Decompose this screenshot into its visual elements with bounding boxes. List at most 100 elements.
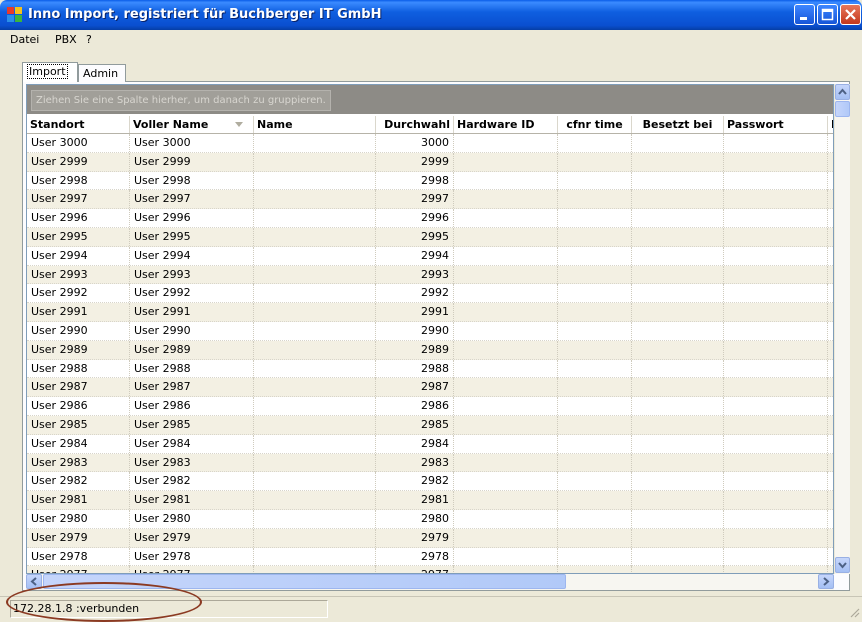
cell-besetzt-bei[interactable] — [632, 434, 724, 453]
cell-passwort[interactable] — [724, 322, 828, 340]
scroll-up-button[interactable] — [835, 84, 850, 100]
cell-durchwahl[interactable]: 2999 — [376, 152, 454, 171]
table-row[interactable]: User 2986 User 2986 2986 — [27, 397, 833, 416]
cell-besetzt-bei[interactable] — [632, 190, 724, 209]
cell-standort[interactable]: User 2978 — [27, 547, 130, 566]
cell-standort[interactable]: User 2992 — [27, 284, 130, 303]
cell-passwort[interactable] — [724, 528, 828, 547]
cell-standort[interactable]: User 2980 — [27, 510, 130, 528]
cell-cfnr-time[interactable] — [558, 472, 632, 491]
cell-passwort[interactable] — [724, 134, 828, 152]
cell-passwort[interactable] — [724, 510, 828, 528]
minimize-button[interactable] — [794, 4, 815, 25]
cell-durchwahl[interactable]: 2981 — [376, 491, 454, 510]
table-row[interactable]: User 2999 User 2999 2999 — [27, 152, 833, 172]
table-row[interactable]: User 2981 User 2981 2981 — [27, 491, 833, 510]
cell-passwort[interactable] — [724, 547, 828, 566]
cell-name[interactable] — [254, 566, 376, 573]
cell-standort[interactable]: User 2982 — [27, 472, 130, 491]
cell-name[interactable] — [254, 397, 376, 416]
cell-voller-name[interactable]: User 2998 — [130, 171, 254, 190]
cell-name[interactable] — [254, 359, 376, 378]
cell-passwort[interactable] — [724, 472, 828, 491]
cell-voller-name[interactable]: User 2999 — [130, 152, 254, 171]
cell-standort[interactable]: User 2999 — [27, 152, 130, 171]
cell-voller-name[interactable]: User 2991 — [130, 303, 254, 322]
cell-besetzt-bei[interactable] — [632, 547, 724, 566]
column-header-standort[interactable]: Standort — [27, 116, 130, 133]
cell-cfnr-time[interactable] — [558, 416, 632, 434]
cell-besetzt-bei[interactable] — [632, 228, 724, 246]
cell-name[interactable] — [254, 510, 376, 528]
cell-besetzt-bei[interactable] — [632, 322, 724, 340]
cell-voller-name[interactable]: User 2993 — [130, 265, 254, 284]
cell-cfnr-time[interactable] — [558, 303, 632, 322]
cell-durchwahl[interactable]: 2990 — [376, 322, 454, 340]
cell-name[interactable] — [254, 171, 376, 190]
cell-durchwahl[interactable]: 2982 — [376, 472, 454, 491]
cell-name[interactable] — [254, 434, 376, 453]
cell-hardware-id[interactable] — [454, 171, 558, 190]
cell-durchwahl[interactable]: 2994 — [376, 246, 454, 265]
cell-name[interactable] — [254, 472, 376, 491]
cell-name[interactable] — [254, 209, 376, 228]
cell-passwort[interactable] — [724, 359, 828, 378]
table-row[interactable]: User 2997 User 2997 2997 — [27, 190, 833, 210]
cell-passwort[interactable] — [724, 434, 828, 453]
cell-besetzt-bei[interactable] — [632, 134, 724, 152]
cell-voller-name[interactable]: User 2994 — [130, 246, 254, 265]
group-panel[interactable]: Ziehen Sie eine Spalte hierher, um danac… — [27, 85, 833, 114]
cell-hardware-id[interactable] — [454, 134, 558, 152]
cell-name[interactable] — [254, 265, 376, 284]
cell-passwort[interactable] — [724, 397, 828, 416]
cell-besetzt-bei[interactable] — [632, 510, 724, 528]
cell-cfnr-time[interactable] — [558, 190, 632, 209]
cell-durchwahl[interactable]: 3000 — [376, 134, 454, 152]
cell-besetzt-bei[interactable] — [632, 491, 724, 510]
cell-name[interactable] — [254, 190, 376, 209]
table-row[interactable]: User 2992 User 2992 2992 — [27, 284, 833, 304]
cell-voller-name[interactable]: User 2985 — [130, 416, 254, 434]
cell-hardware-id[interactable] — [454, 340, 558, 359]
cell-name[interactable] — [254, 340, 376, 359]
cell-cfnr-time[interactable] — [558, 171, 632, 190]
title-bar[interactable]: Inno Import, registriert für Buchberger … — [0, 0, 862, 30]
table-row[interactable]: User 2988 User 2988 2988 — [27, 359, 833, 379]
cell-cfnr-time[interactable] — [558, 228, 632, 246]
table-row[interactable]: User 2982 User 2982 2982 — [27, 472, 833, 492]
vertical-scroll-thumb[interactable] — [835, 101, 850, 117]
column-header-passwort[interactable]: Passwort — [724, 116, 828, 133]
cell-cfnr-time[interactable] — [558, 434, 632, 453]
cell-voller-name[interactable]: User 2983 — [130, 453, 254, 472]
cell-standort[interactable]: User 2984 — [27, 434, 130, 453]
column-header-name[interactable]: Name — [254, 116, 376, 133]
cell-durchwahl[interactable]: 2989 — [376, 340, 454, 359]
cell-voller-name[interactable]: User 2992 — [130, 284, 254, 303]
cell-besetzt-bei[interactable] — [632, 397, 724, 416]
cell-besetzt-bei[interactable] — [632, 453, 724, 472]
tab-admin[interactable]: Admin — [78, 64, 126, 82]
cell-passwort[interactable] — [724, 378, 828, 397]
cell-cfnr-time[interactable] — [558, 491, 632, 510]
cell-durchwahl[interactable]: 2977 — [376, 566, 454, 573]
cell-besetzt-bei[interactable] — [632, 246, 724, 265]
cell-cfnr-time[interactable] — [558, 566, 632, 573]
tab-import[interactable]: Import — [22, 62, 78, 82]
cell-cfnr-time[interactable] — [558, 547, 632, 566]
cell-voller-name[interactable]: User 2989 — [130, 340, 254, 359]
cell-hardware-id[interactable] — [454, 566, 558, 573]
table-row[interactable]: User 2985 User 2985 2985 — [27, 416, 833, 435]
cell-voller-name[interactable]: User 2988 — [130, 359, 254, 378]
cell-cfnr-time[interactable] — [558, 397, 632, 416]
cell-hardware-id[interactable] — [454, 416, 558, 434]
table-row[interactable]: User 2995 User 2995 2995 — [27, 228, 833, 247]
table-row[interactable]: User 2998 User 2998 2998 — [27, 171, 833, 191]
cell-voller-name[interactable]: User 2978 — [130, 547, 254, 566]
cell-standort[interactable]: User 2996 — [27, 209, 130, 228]
cell-standort[interactable]: User 2993 — [27, 265, 130, 284]
cell-voller-name[interactable]: User 2982 — [130, 472, 254, 491]
cell-standort[interactable]: User 2998 — [27, 171, 130, 190]
cell-hardware-id[interactable] — [454, 397, 558, 416]
cell-standort[interactable]: User 2977 — [27, 566, 130, 573]
cell-besetzt-bei[interactable] — [632, 284, 724, 303]
